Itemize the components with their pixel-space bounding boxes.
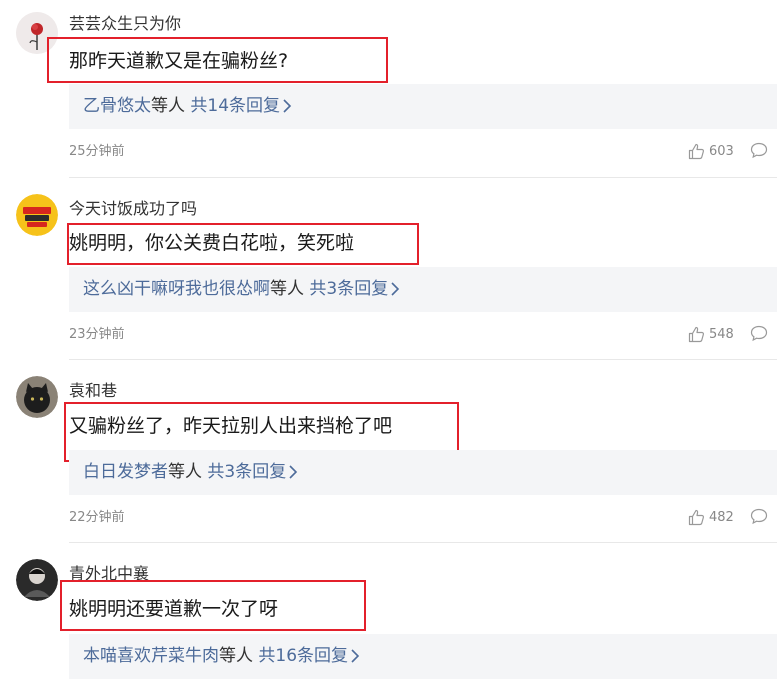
person-avatar-icon <box>16 559 58 601</box>
reply-summary[interactable]: 白日发梦者等人 共3条回复 <box>69 450 777 495</box>
reply-names[interactable]: 白日发梦者 <box>83 462 168 482</box>
highlight-box <box>67 223 419 265</box>
reply-names[interactable]: 这么凶干嘛呀我也很怂啊 <box>83 279 270 299</box>
reply-suffix: 等人 <box>219 646 253 666</box>
comment-item: 青外北中襄 姚明明还要道歉一次了呀 本喵喜欢芹菜牛肉等人 共16条回复 <box>0 546 777 679</box>
comment-time: 23分钟前 <box>69 327 125 342</box>
reply-suffix: 等人 <box>151 96 185 116</box>
reply-names[interactable]: 本喵喜欢芹菜牛肉 <box>83 646 219 666</box>
like-button[interactable]: 603 <box>688 142 734 160</box>
comment-username[interactable]: 今天讨饭成功了吗 <box>69 199 197 219</box>
reply-suffix: 等人 <box>270 279 304 299</box>
comment-bubble-icon[interactable] <box>750 508 768 525</box>
reply-count-link[interactable]: 共14条回复 <box>190 96 280 116</box>
comment-username[interactable]: 袁和巷 <box>69 381 117 401</box>
like-button[interactable]: 548 <box>688 325 734 343</box>
like-button[interactable]: 482 <box>688 508 734 526</box>
chevron-right-icon <box>391 282 400 296</box>
reply-summary[interactable]: 这么凶干嘛呀我也很怂啊等人 共3条回复 <box>69 267 777 312</box>
comment-bubble-icon[interactable] <box>750 325 768 342</box>
comment-item: 袁和巷 又骗粉丝了，昨天拉别人出来挡枪了吧 白日发梦者等人 共3条回复 22分钟… <box>0 363 777 543</box>
reply-count-link[interactable]: 共3条回复 <box>309 279 388 299</box>
comment-time: 25分钟前 <box>69 144 125 159</box>
divider <box>69 359 777 360</box>
divider <box>69 177 777 178</box>
divider <box>69 542 777 543</box>
comment-time: 22分钟前 <box>69 510 125 525</box>
avatar[interactable] <box>16 376 58 418</box>
highlight-box <box>47 37 388 83</box>
like-count: 603 <box>709 143 734 159</box>
highlight-box <box>60 580 366 631</box>
comment-item: 芸芸众生只为你 那昨天道歉又是在骗粉丝? 乙骨悠太等人 共14条回复 25分钟前… <box>0 0 777 178</box>
reply-summary[interactable]: 本喵喜欢芹菜牛肉等人 共16条回复 <box>69 634 777 679</box>
comment-bubble-icon[interactable] <box>750 142 768 159</box>
reply-suffix: 等人 <box>168 462 202 482</box>
avatar[interactable] <box>16 559 58 601</box>
chevron-right-icon <box>283 99 292 113</box>
reply-summary[interactable]: 乙骨悠太等人 共14条回复 <box>69 84 777 129</box>
comment-username[interactable]: 芸芸众生只为你 <box>69 14 181 34</box>
reply-count-link[interactable]: 共16条回复 <box>258 646 348 666</box>
thumbs-up-icon <box>688 143 705 159</box>
reply-count-link[interactable]: 共3条回复 <box>207 462 286 482</box>
black-cat-avatar-icon <box>16 376 58 418</box>
chevron-right-icon <box>351 649 360 663</box>
thumbs-up-icon <box>688 509 705 525</box>
reply-names[interactable]: 乙骨悠太 <box>83 96 151 116</box>
chevron-right-icon <box>289 465 298 479</box>
avatar[interactable] <box>16 194 58 236</box>
like-count: 482 <box>709 509 734 525</box>
like-count: 548 <box>709 326 734 342</box>
sticker-avatar-icon <box>16 194 58 236</box>
comment-item: 今天讨饭成功了吗 姚明明，你公关费白花啦，笑死啦 这么凶干嘛呀我也很怂啊等人 共… <box>0 181 777 360</box>
thumbs-up-icon <box>688 326 705 342</box>
